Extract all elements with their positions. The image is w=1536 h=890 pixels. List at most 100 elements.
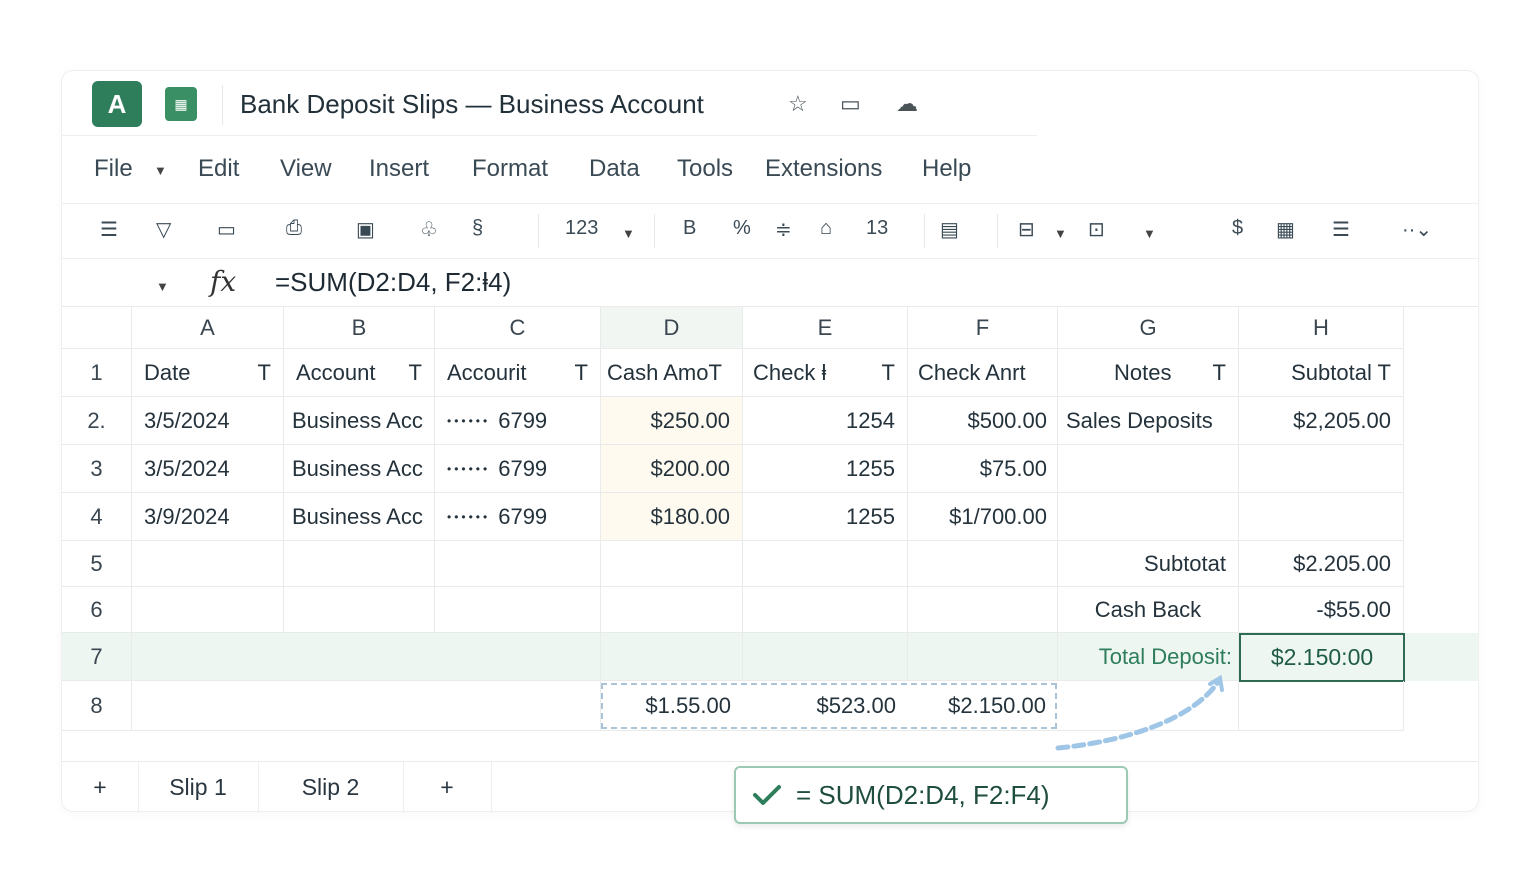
menu-tools[interactable]: Tools — [677, 155, 733, 183]
cell-check-amount[interactable]: $500.00 — [908, 397, 1058, 445]
empty-cell[interactable] — [284, 587, 435, 633]
cell-account-number[interactable]: •••••• 6799 — [435, 445, 601, 493]
more-options-icon[interactable]: ··⌄ — [1402, 217, 1432, 242]
header-cell-account-number[interactable]: Accourit T — [435, 349, 601, 397]
row-number[interactable]: 7 — [62, 633, 132, 681]
row-number[interactable]: 6 — [62, 587, 132, 633]
column-header-h[interactable]: H — [1239, 307, 1404, 349]
cell-date[interactable]: 3/5/2024 — [132, 445, 284, 493]
empty-cell[interactable] — [1239, 681, 1404, 731]
row-number[interactable]: 8 — [62, 681, 132, 731]
document-title[interactable]: Bank Deposit Slips — Business Account — [240, 89, 704, 120]
empty-cell[interactable] — [908, 587, 1058, 633]
empty-cell[interactable] — [908, 541, 1058, 587]
row-number[interactable]: 1 — [62, 349, 132, 397]
menu-format[interactable]: Format — [472, 155, 548, 183]
total-deposit-value[interactable]: $2.150:00 — [1239, 633, 1405, 682]
cell-notes[interactable] — [1058, 445, 1239, 493]
filter-icon[interactable]: T — [258, 360, 271, 386]
menu-data[interactable]: Data — [589, 155, 640, 183]
empty-cell[interactable] — [132, 541, 284, 587]
name-box-dropdown-icon[interactable]: ▼ — [156, 279, 169, 294]
menu-lines-icon[interactable]: ☰ — [100, 217, 118, 242]
column-header-d[interactable]: D — [601, 307, 743, 349]
menu-extensions[interactable]: Extensions — [765, 155, 882, 183]
cell-check-amount[interactable]: $1/700.00 — [908, 493, 1058, 541]
filter-icon[interactable]: T — [575, 360, 588, 386]
empty-cell[interactable] — [435, 541, 601, 587]
cell-row8-d[interactable]: $1.55.00 — [601, 681, 743, 731]
font-size-field[interactable]: 13 — [866, 217, 888, 240]
cell-account[interactable]: Business Acc — [284, 397, 435, 445]
cell-account[interactable]: Business Acc — [284, 445, 435, 493]
formula-input[interactable]: =SUM(D2:D4, F2:ⱡ4) — [275, 267, 511, 298]
cell-account-number[interactable]: •••••• 6799 — [435, 493, 601, 541]
column-header-f[interactable]: F — [908, 307, 1058, 349]
filter-icon[interactable]: ▽ — [156, 217, 171, 242]
cell-notes[interactable] — [1058, 493, 1239, 541]
empty-cell[interactable] — [132, 633, 601, 681]
cloud-icon[interactable]: ☁ — [896, 91, 918, 117]
cell-notes[interactable]: Sales Deposits — [1058, 397, 1239, 445]
menu-file[interactable]: File — [94, 155, 133, 183]
cell-cash[interactable]: $200.00 — [601, 445, 743, 493]
bold-button[interactable]: B — [683, 217, 696, 240]
filter-icon[interactable]: T — [882, 360, 895, 386]
filter-icon[interactable]: T — [1213, 360, 1226, 386]
sheet-tab-slip2[interactable]: Slip 2 — [258, 762, 404, 812]
cell-cash[interactable]: $180.00 — [601, 493, 743, 541]
menu-help[interactable]: Help — [922, 155, 971, 183]
empty-cell[interactable] — [601, 587, 743, 633]
empty-cell[interactable] — [284, 541, 435, 587]
empty-cell[interactable] — [743, 587, 908, 633]
cash-back-value[interactable]: -$55.00 — [1239, 587, 1404, 633]
sheet-file-icon[interactable]: ▦ — [165, 87, 197, 121]
row-number[interactable]: 5 — [62, 541, 132, 587]
sheet-tab-slip1[interactable]: Slip 1 — [138, 762, 259, 812]
column-header-e[interactable]: E — [743, 307, 908, 349]
empty-cell[interactable] — [743, 633, 908, 681]
menu-edit[interactable]: Edit — [198, 155, 239, 183]
cell-row8-e[interactable]: $523.00 — [743, 681, 908, 731]
cell-check-number[interactable]: 1254 — [743, 397, 908, 445]
subtotal-value[interactable]: $2.205.00 — [1239, 541, 1404, 587]
drive-icon[interactable]: ▭ — [840, 91, 861, 117]
cell-account[interactable]: Business Acc — [284, 493, 435, 541]
chevron-down-icon[interactable]: ▼ — [1054, 226, 1067, 241]
link-icon[interactable]: § — [472, 217, 483, 240]
column-header-c[interactable]: C — [435, 307, 601, 349]
cell-account-number[interactable]: •••••• 6799 — [435, 397, 601, 445]
chevron-down-icon[interactable]: ▼ — [622, 226, 635, 241]
corner-cell[interactable] — [62, 307, 132, 349]
cell-subtotal[interactable] — [1239, 493, 1404, 541]
row-number[interactable]: 3 — [62, 445, 132, 493]
cell-check-amount[interactable]: $75.00 — [908, 445, 1058, 493]
add-sheet-button[interactable]: + — [403, 762, 492, 812]
empty-cell[interactable] — [743, 541, 908, 587]
cell-cash[interactable]: $250.00 — [601, 397, 743, 445]
cell-check-number[interactable]: 1255 — [743, 493, 908, 541]
chevron-down-icon[interactable]: ▼ — [154, 163, 167, 178]
header-cell-notes[interactable]: Notes T — [1058, 349, 1239, 397]
print-icon[interactable]: ⎙ — [286, 217, 302, 240]
header-cell-account[interactable]: Account T — [284, 349, 435, 397]
comment-icon[interactable]: ⊡ — [1088, 217, 1105, 242]
text-color-icon[interactable]: ⌂ — [820, 217, 832, 240]
cash-back-label[interactable]: Cash Back — [1058, 587, 1239, 633]
row-number[interactable]: 2. — [62, 397, 132, 445]
chart-icon[interactable]: ▦ — [1276, 217, 1295, 242]
cell-check-number[interactable]: 1255 — [743, 445, 908, 493]
empty-cell[interactable] — [132, 587, 284, 633]
cell-date[interactable]: 3/5/2024 — [132, 397, 284, 445]
empty-cell[interactable] — [132, 681, 601, 731]
menu-view[interactable]: View — [280, 155, 332, 183]
more-lines-icon[interactable]: ☰ — [1332, 217, 1350, 242]
number-format-button[interactable]: 123 — [565, 217, 598, 240]
menu-insert[interactable]: Insert — [369, 155, 429, 183]
add-sheet-icon[interactable]: + — [62, 762, 139, 812]
cell-row8-f[interactable]: $2.150.00 — [908, 681, 1058, 731]
filter-icon[interactable]: T — [409, 360, 422, 386]
header-cell-check-number[interactable]: Check ⱡ T — [743, 349, 908, 397]
cell-subtotal[interactable]: $2,205.00 — [1239, 397, 1404, 445]
star-icon[interactable]: ☆ — [788, 91, 808, 117]
